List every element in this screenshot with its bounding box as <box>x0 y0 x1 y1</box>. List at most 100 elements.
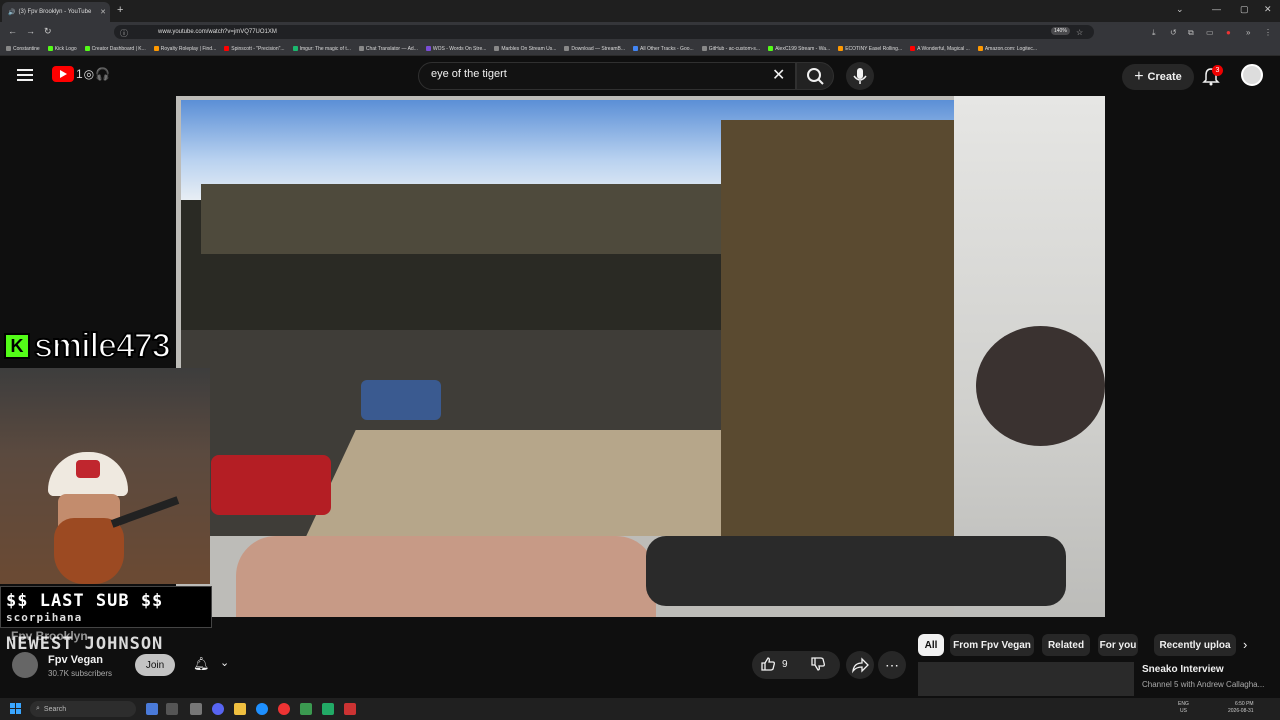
thumbs-up-icon <box>761 657 775 671</box>
url-field[interactable]: www.youtube.com/watch?v=jmVQ77UO1XM <box>114 25 1094 39</box>
youtube-masthead: 1◎🎧 ✕ + Create 3 <box>0 56 1280 96</box>
history-icon[interactable]: ↺ <box>1170 28 1177 37</box>
subscription-bell-icon[interactable]: 🔔︎ <box>193 656 210 672</box>
bookmark-item[interactable]: Royalty Roleplay | Find... <box>153 46 216 52</box>
search-input[interactable] <box>431 68 761 80</box>
bookmark-favicon-icon <box>47 46 53 51</box>
youtube-logo[interactable] <box>52 66 74 82</box>
download-icon[interactable]: ⤓ <box>1152 28 1156 38</box>
close-tab-icon[interactable]: ✕ <box>100 8 106 16</box>
filter-chip[interactable]: All <box>918 634 944 656</box>
bookmark-item[interactable]: GitHub - ac-custom-s... <box>701 45 761 52</box>
chrome-icon[interactable] <box>278 703 290 715</box>
bookmark-item[interactable]: Marbles On Stream Us... <box>494 46 556 52</box>
voice-search-button[interactable] <box>846 62 874 90</box>
bookmark-item[interactable]: Spinscott - "Precision"... <box>224 46 285 52</box>
filter-chip[interactable]: Related <box>1042 634 1090 656</box>
create-button[interactable]: + Create <box>1122 64 1194 90</box>
bookmark-label: AlexC199 Stream - Wa... <box>775 45 831 52</box>
windows-start-icon[interactable] <box>10 703 22 715</box>
taskbar-app-icon[interactable] <box>322 703 334 715</box>
file-explorer-icon[interactable] <box>234 703 246 715</box>
recommendation-title[interactable]: Sneako Interview <box>1142 664 1224 675</box>
tray-region: US <box>1180 708 1187 714</box>
bookmark-label: WOS - Words On Stre... <box>432 45 487 52</box>
zoom-indicator[interactable]: 140% <box>1051 27 1070 35</box>
bookmark-favicon-icon <box>838 46 844 51</box>
like-count: 9 <box>782 658 788 670</box>
bookmark-item[interactable]: Download — StreamB... <box>564 46 625 52</box>
bookmark-star-icon[interactable]: ☆ <box>1076 28 1083 37</box>
taskbar-app-icon[interactable] <box>344 703 356 715</box>
bookmark-item[interactable]: AlexC199 Stream - Wa... <box>768 46 830 52</box>
video-hand <box>236 536 656 617</box>
bookmark-item[interactable]: ECOTINY Easel Rolling... <box>838 46 902 52</box>
more-horizontal-icon: ⋯ <box>885 656 899 673</box>
extensions-icon[interactable]: ⧉ <box>1188 28 1194 38</box>
plus-icon: + <box>1134 68 1144 85</box>
bookmark-label: A Wonderful, Magical ... <box>917 45 970 52</box>
reload-icon[interactable]: ↻ <box>44 26 52 37</box>
tab-search-icon[interactable]: ⌄ <box>1176 4 1184 15</box>
bookmark-item[interactable]: All Other Tracks - Goo... <box>633 46 694 52</box>
menu-icon[interactable] <box>17 69 33 81</box>
taskbar-clock[interactable]: 6:50 PM 2026-08-31 <box>1228 701 1254 715</box>
filter-chip[interactable]: From Fpv Vegan <box>950 634 1034 656</box>
bookmark-item[interactable]: WOS - Words On Stre... <box>425 45 487 52</box>
account-avatar[interactable] <box>1241 64 1263 86</box>
share-button[interactable] <box>846 651 874 679</box>
bookmark-item[interactable]: Chat Translator — Ad... <box>358 46 418 52</box>
filter-chip[interactable]: Recently uploa <box>1154 634 1236 656</box>
taskbar-search[interactable]: ⌕ Search <box>30 701 136 717</box>
bookmark-item[interactable]: Kick Logo <box>47 45 77 52</box>
bookmark-label: Marbles On Stream Us... <box>501 45 557 52</box>
bookmark-favicon-icon <box>84 46 90 51</box>
bookmark-item[interactable]: Amazon.com: Logitec... <box>977 46 1037 52</box>
close-window-icon[interactable]: ✕ <box>1264 4 1272 15</box>
bookmark-item[interactable]: Constantine <box>6 46 40 52</box>
discord-icon[interactable] <box>212 703 224 715</box>
video-player[interactable] <box>176 96 1105 617</box>
bookmark-favicon-icon <box>910 46 916 51</box>
join-button[interactable]: Join <box>135 654 175 676</box>
edge-icon[interactable] <box>256 703 268 715</box>
bookmark-favicon-icon <box>494 46 500 51</box>
recommendation-thumbnail[interactable] <box>918 662 1134 696</box>
more-tools-icon[interactable]: » <box>1246 28 1250 37</box>
profile-icon[interactable]: ● <box>1226 28 1231 37</box>
taskbar-app-icon[interactable] <box>146 703 158 715</box>
back-icon[interactable]: ← <box>8 26 17 36</box>
more-actions-button[interactable]: ⋯ <box>878 651 906 679</box>
taskbar-app-icon[interactable] <box>190 703 202 715</box>
search-button[interactable] <box>796 62 834 90</box>
video-controller-joystick <box>976 326 1105 446</box>
cast-icon[interactable]: ▭ <box>1206 28 1214 37</box>
webcam-microphone <box>110 496 180 528</box>
video-building <box>721 120 954 536</box>
browser-menu-icon[interactable]: ⋮ <box>1264 28 1272 37</box>
forward-icon[interactable]: → <box>26 26 35 36</box>
dislike-button[interactable] <box>810 656 826 677</box>
minimize-icon[interactable]: — <box>1212 4 1221 14</box>
channel-name[interactable]: Fpv Vegan <box>48 654 103 666</box>
bookmark-label: Kick Logo <box>54 45 77 52</box>
maximize-icon[interactable]: ▢ <box>1240 4 1249 15</box>
streamer-name-overlay: K smile473 <box>4 326 172 366</box>
bookmark-label: GitHub - ac-custom-s... <box>708 45 761 52</box>
bookmark-item[interactable]: A Wonderful, Magical ... <box>910 46 970 52</box>
bookmark-favicon-icon <box>701 46 707 51</box>
browser-tab[interactable]: 🔊 (3) Fpv Brooklyn - YouTube ✕ <box>2 2 110 22</box>
bookmark-item[interactable]: Creator Dashboard | K... <box>84 46 146 52</box>
site-info-icon[interactable]: ⓘ <box>120 28 128 39</box>
clear-search-icon[interactable]: ✕ <box>772 65 785 85</box>
logo-doodle-icon[interactable]: 1◎🎧 <box>76 67 111 81</box>
chevron-right-icon[interactable]: › <box>1243 637 1247 652</box>
taskbar-app-icon[interactable] <box>166 703 178 715</box>
like-button[interactable]: 9 <box>760 656 788 672</box>
bookmark-item[interactable]: Imgur: The magic of t... <box>292 46 351 52</box>
filter-chip[interactable]: For you <box>1098 634 1138 656</box>
chevron-down-icon[interactable]: ⌄ <box>220 656 229 669</box>
taskbar-app-icon[interactable] <box>300 703 312 715</box>
new-tab-icon[interactable]: + <box>117 4 123 16</box>
channel-avatar[interactable] <box>12 652 38 678</box>
